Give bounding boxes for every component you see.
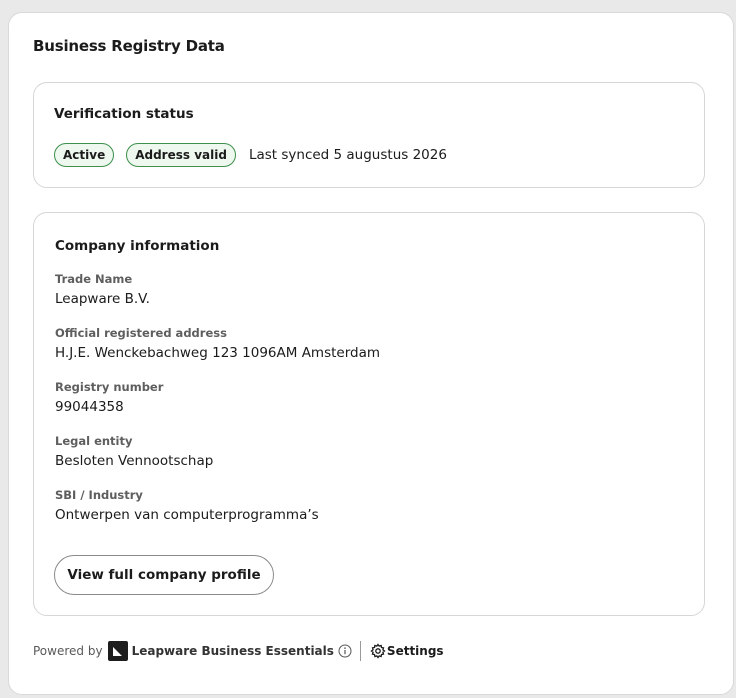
company-information-title: Company information	[55, 238, 220, 254]
page-title: Business Registry Data	[33, 37, 225, 55]
registered-address-label: Official registered address	[55, 326, 227, 340]
industry-label: SBI / Industry	[55, 488, 143, 502]
footer: Powered by Leapware Business Essentials …	[33, 639, 444, 663]
trade-name-value: Leapware B.V.	[55, 291, 150, 307]
trade-name-field: Trade Name Leapware B.V.	[55, 272, 150, 307]
view-company-profile-button[interactable]: View full company profile	[54, 555, 274, 595]
powered-by-text: Powered by	[33, 644, 103, 658]
active-badge: Active	[54, 143, 115, 167]
verification-status-card: Verification status Active Address valid…	[33, 82, 705, 188]
status-badges: Active Address valid Last synced 5 augus…	[54, 143, 447, 167]
last-synced-text: Last synced 5 augustus 2026	[248, 147, 447, 163]
settings-link[interactable]: Settings	[370, 643, 444, 659]
company-information-card: Company information Trade Name Leapware …	[33, 212, 705, 616]
registry-number-value: 99044358	[55, 399, 124, 415]
footer-divider	[359, 641, 361, 661]
registered-address-field: Official registered address H.J.E. Wenck…	[55, 326, 380, 361]
address-valid-badge: Address valid	[126, 143, 236, 167]
legal-entity-field: Legal entity Besloten Vennootschap	[55, 434, 213, 469]
industry-field: SBI / Industry Ontwerpen van computerpro…	[55, 488, 319, 523]
info-icon[interactable]	[338, 644, 352, 658]
registry-number-label: Registry number	[55, 380, 164, 394]
business-registry-panel: Business Registry Data Verification stat…	[8, 12, 734, 695]
registered-address-value: H.J.E. Wenckebachweg 123 1096AM Amsterda…	[55, 345, 381, 361]
registry-number-field: Registry number 99044358	[55, 380, 163, 415]
brand-name: Leapware Business Essentials	[131, 644, 334, 658]
settings-label: Settings	[386, 644, 444, 658]
trade-name-label: Trade Name	[55, 272, 133, 286]
legal-entity-label: Legal entity	[55, 434, 133, 448]
verification-status-title: Verification status	[54, 106, 194, 122]
gear-icon	[370, 643, 386, 659]
legal-entity-value: Besloten Vennootschap	[55, 453, 214, 469]
industry-value: Ontwerpen van computerprogramma’s	[55, 507, 319, 523]
brand-logo-icon	[107, 641, 128, 661]
